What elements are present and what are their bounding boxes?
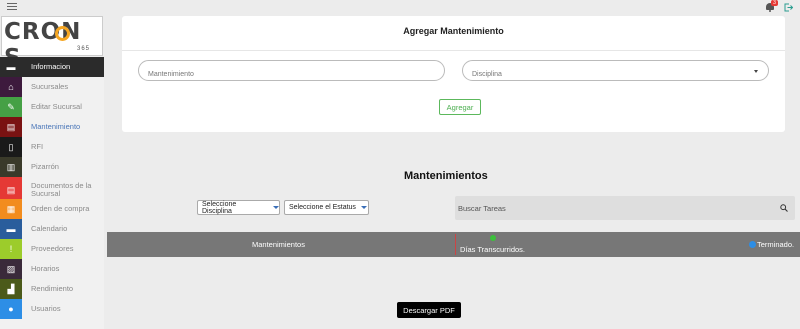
section-title: Mantenimientos [404, 170, 488, 182]
logout-icon[interactable] [784, 3, 793, 12]
top-bar: 3 [0, 0, 800, 14]
pencil-icon: ✎ [0, 97, 22, 117]
hamburger-menu-icon[interactable] [7, 3, 17, 11]
logo-ring-icon [55, 26, 70, 41]
sidebar-item-label: RFI [31, 142, 44, 151]
inbox-icon: ▬ [0, 57, 22, 77]
sidebar-item-editar-sucursal[interactable]: ✎ Editar Sucursal [0, 97, 104, 117]
add-maintenance-card: Agregar Mantenimiento Mantenimiento Disc… [122, 16, 785, 132]
search-icon[interactable] [780, 204, 788, 212]
sidebar: ▬ Informacion ⌂ Sucursales ✎ Editar Sucu… [0, 57, 104, 329]
divider [122, 50, 785, 51]
sidebar-item-label: Orden de compra [31, 204, 90, 213]
sidebar-item-rfi[interactable]: ▯ RFI [0, 137, 104, 157]
sidebar-item-label: Usuarios [31, 304, 61, 313]
sidebar-item-calendario[interactable]: ▬ Calendario [0, 219, 104, 239]
download-pdf-button[interactable]: Descargar PDF [397, 302, 461, 318]
estatus-filter-select[interactable]: Seleccione el Estatus [284, 200, 369, 215]
mantenimiento-placeholder: Mantenimiento [148, 71, 194, 78]
disciplina-placeholder: Disciplina [472, 71, 502, 78]
disciplina-filter-label: Seleccione Disciplina [202, 200, 237, 215]
disciplina-select[interactable]: Disciplina [462, 60, 769, 81]
col-mantenimientos: Mantenimientos [252, 240, 305, 249]
chevron-down-icon [273, 206, 279, 209]
sidebar-item-label: Informacion [31, 62, 71, 71]
sidebar-item-label: Documentos de la Sucursal [31, 181, 92, 198]
mantenimiento-input[interactable]: Mantenimiento [138, 60, 445, 81]
user-icon: ● [0, 299, 22, 319]
sidebar-item-label: Calendario [31, 224, 68, 233]
sidebar-item-horarios[interactable]: ▨ Horarios [0, 259, 104, 279]
sidebar-item-label: Sucursales [31, 82, 69, 91]
chart-icon: ▨ [0, 259, 22, 279]
clipboard-icon: ▯ [0, 137, 22, 157]
document-icon: ▤ [0, 117, 22, 137]
col-dias-transcurridos: Días Transcurridos. [460, 245, 526, 254]
sidebar-item-orden-de-compra[interactable]: ▦ Orden de compra [0, 199, 104, 219]
sidebar-item-label: Mantenimiento [31, 122, 81, 131]
search-input[interactable]: Buscar Tareas [455, 196, 795, 220]
status-dot-blue-icon [749, 241, 756, 248]
sidebar-item-rendimiento[interactable]: ▟ Rendimiento [0, 279, 104, 299]
search-placeholder: Buscar Tareas [458, 204, 506, 213]
sidebar-item-informacion[interactable]: ▬ Informacion [0, 57, 104, 77]
card-title: Agregar Mantenimiento [403, 26, 504, 36]
col-terminado: Terminado. [757, 240, 795, 249]
logo: CRON S 365 [1, 16, 103, 71]
table-header: Mantenimientos Días Transcurridos. Termi… [107, 232, 800, 257]
sidebar-item-mantenimiento[interactable]: ▤ Mantenimiento [0, 117, 104, 137]
home-icon: ⌂ [0, 77, 22, 97]
sidebar-item-usuarios[interactable]: ● Usuarios [0, 299, 104, 319]
agregar-button[interactable]: Agregar [439, 99, 481, 115]
chevron-down-icon [754, 70, 758, 73]
sidebar-item-sucursales[interactable]: ⌂ Sucursales [0, 77, 104, 97]
sidebar-item-label: Editar Sucursal [31, 102, 82, 111]
logo-subtitle: 365 [77, 46, 91, 52]
calendar-icon: ▬ [0, 219, 22, 239]
sidebar-item-pizarron[interactable]: ▥ Pizarrón [0, 157, 104, 177]
flashlight-icon: ǃ [0, 239, 22, 259]
chevron-down-icon [360, 206, 367, 209]
archive-icon: ▦ [0, 199, 22, 219]
status-dot-green-icon [490, 235, 496, 241]
disciplina-filter-select[interactable]: Seleccione Disciplina [197, 200, 280, 215]
sidebar-item-label: Horarios [31, 264, 60, 273]
sidebar-item-label: Rendimiento [31, 284, 74, 293]
estatus-filter-label: Seleccione el Estatus [289, 204, 356, 211]
notification-badge: 3 [771, 0, 778, 6]
sidebar-item-proveedores[interactable]: ǃ Proveedores [0, 239, 104, 259]
board-icon: ▥ [0, 157, 22, 177]
bars-icon: ▟ [0, 279, 22, 299]
column-divider [455, 234, 456, 255]
sidebar-item-label: Pizarrón [31, 162, 59, 171]
sidebar-item-label: Proveedores [31, 244, 74, 253]
